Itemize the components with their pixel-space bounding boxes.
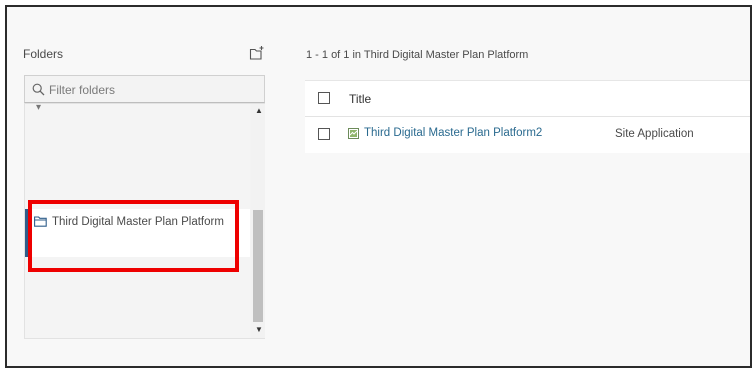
folder-icon: [34, 216, 47, 227]
folder-list-scrollbar[interactable]: ▲ ▼: [251, 104, 265, 338]
clipped-item-marker: ▾: [36, 102, 42, 113]
results-count: 1 - 1 of 1 in Third Digital Master Plan …: [306, 49, 529, 61]
select-all-checkbox[interactable]: [318, 92, 330, 104]
site-app-icon: [348, 128, 359, 139]
folder-list: ▾ Third Digital Master Plan Platform ▲ ▼: [24, 102, 265, 339]
scrollbar-thumb[interactable]: [253, 210, 263, 322]
content-table: Title Third Digital Master Plan Platform…: [305, 80, 750, 153]
table-row[interactable]: Third Digital Master Plan Platform2 Site…: [305, 117, 750, 153]
item-type: Site Application: [615, 128, 694, 140]
folders-title: Folders: [23, 47, 64, 61]
scroll-down-arrow-icon[interactable]: ▼: [255, 326, 263, 334]
row-checkbox[interactable]: [318, 128, 330, 140]
table-header-row: Title: [305, 81, 750, 117]
filter-placeholder: Filter folders: [49, 83, 116, 97]
folder-item-label: Third Digital Master Plan Platform: [52, 216, 224, 228]
scroll-up-arrow-icon[interactable]: ▲: [255, 107, 263, 115]
filter-folders-input[interactable]: Filter folders: [24, 75, 265, 103]
app-window: Folders Filter folders ▾ Third Digital M…: [5, 5, 752, 368]
folders-header: Folders: [23, 45, 271, 65]
new-folder-icon[interactable]: [249, 45, 265, 61]
search-icon: [32, 83, 45, 96]
folder-item-selected[interactable]: Third Digital Master Plan Platform: [25, 209, 250, 257]
item-title-link[interactable]: Third Digital Master Plan Platform2: [364, 127, 542, 139]
column-header-title[interactable]: Title: [349, 92, 371, 106]
